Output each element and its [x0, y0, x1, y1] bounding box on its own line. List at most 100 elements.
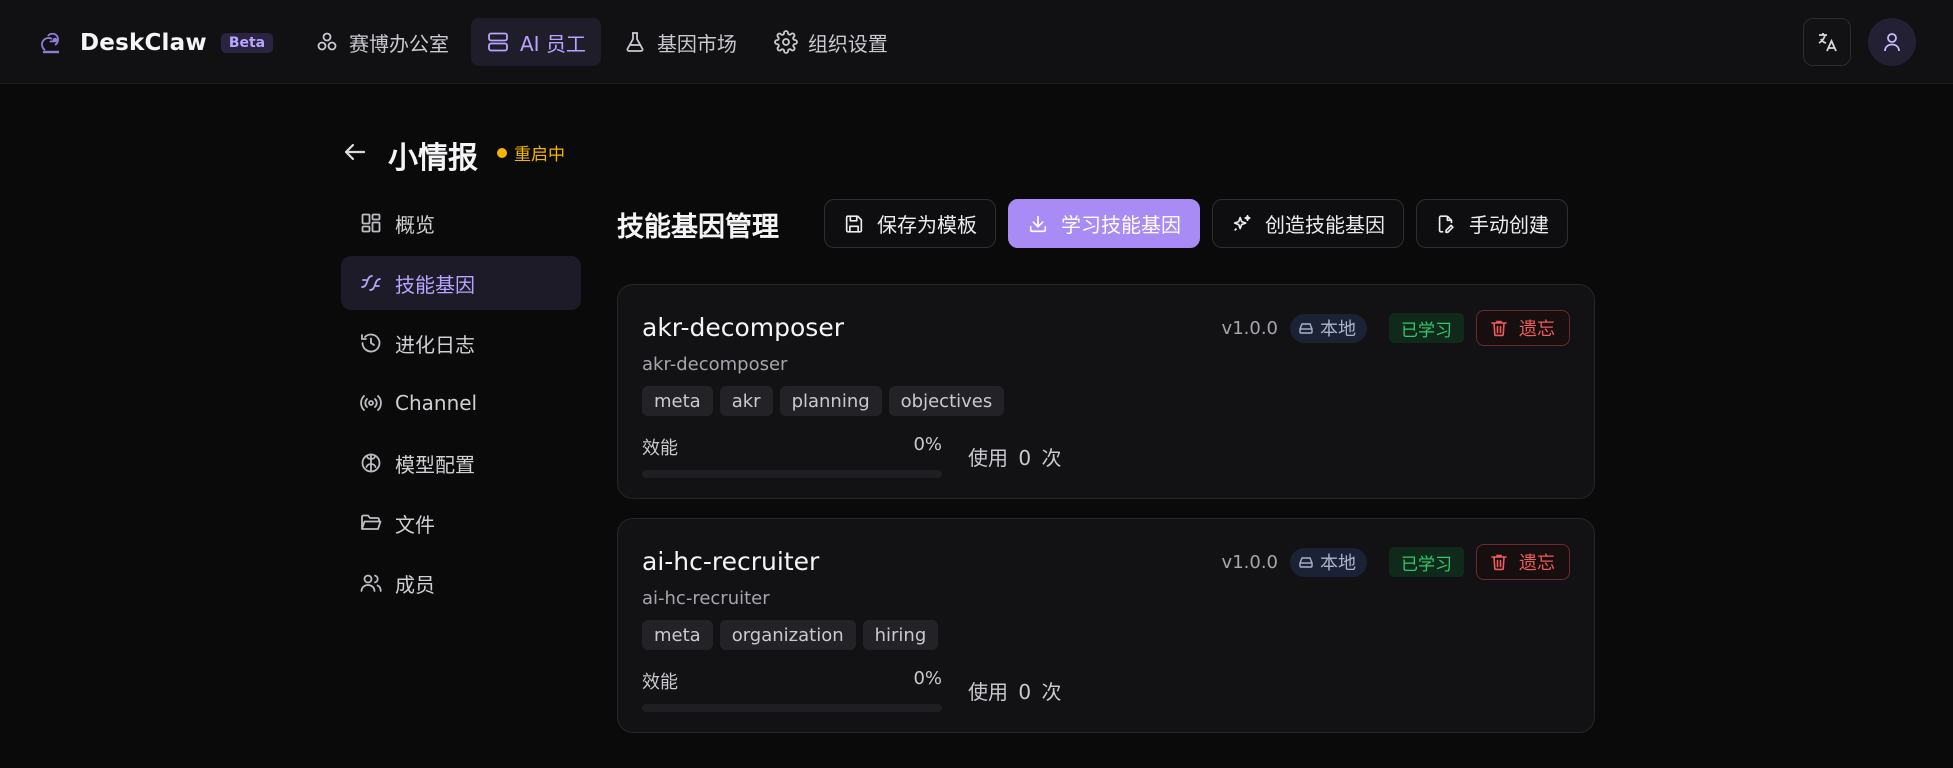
status-dot [497, 147, 507, 158]
skill-version: v1.0.0 [1221, 551, 1278, 573]
sidebar-item-channel[interactable]: Channel [341, 376, 581, 430]
usage-suffix: 次 [1041, 680, 1062, 704]
skill-tag: objectives [888, 386, 1005, 416]
brain-icon [359, 451, 395, 475]
sidebar-item-model-config[interactable]: 模型配置 [341, 436, 581, 490]
skill-card: akr-decomposer akr-decomposer meta akr p… [617, 284, 1595, 499]
file-edit-icon [1435, 213, 1469, 235]
skill-tag: akr [719, 386, 773, 416]
skill-meta: v1.0.0 本地 已学习 遗忘 [1222, 544, 1570, 580]
usage-count: 使用 0 次 [966, 676, 1063, 705]
nav-item-label: 组织设置 [807, 31, 888, 56]
save-icon [843, 213, 877, 235]
usage-suffix: 次 [1041, 446, 1062, 470]
skill-tag: meta [642, 386, 713, 416]
performance-track [642, 470, 942, 478]
sidebar: 概览 技能基因 进化日志 Channel 模型配置 文件 成员 [341, 196, 581, 616]
sparkle-icon [359, 271, 395, 295]
status-badge: 重启中 [497, 140, 565, 165]
skill-tag: hiring [862, 620, 939, 650]
action-label: 创造技能基因 [1265, 213, 1385, 237]
sidebar-item-label: 技能基因 [395, 272, 475, 297]
folder-icon [359, 511, 395, 535]
brand[interactable]: DeskClaw Beta [36, 28, 274, 58]
nav-item-org-settings[interactable]: 组织设置 [759, 18, 903, 66]
sidebar-item-label: Channel [395, 391, 478, 415]
skill-slug: akr-decomposer [642, 354, 788, 375]
performance-label: 效能 [642, 438, 678, 459]
save-as-template-button[interactable]: 保存为模板 [824, 199, 996, 248]
create-skill-gene-button[interactable]: 创造技能基因 [1212, 199, 1404, 248]
skill-name: akr-decomposer [642, 313, 844, 342]
nav-item-label: 赛博办公室 [349, 31, 449, 56]
learned-badge: 已学习 [1389, 313, 1464, 343]
performance-meter: 效能 0% [642, 434, 942, 478]
download-icon [1027, 213, 1061, 235]
history-icon [359, 331, 395, 355]
sidebar-item-label: 进化日志 [395, 332, 475, 357]
gear-icon [774, 30, 808, 54]
skill-name: ai-hc-recruiter [642, 547, 820, 576]
forget-label: 遗忘 [1519, 319, 1555, 340]
app-name: DeskClaw [80, 30, 207, 56]
main-nav: 赛博办公室 AI 员工 基因市场 组织设置 [300, 18, 910, 66]
learn-skill-gene-button[interactable]: 学习技能基因 [1008, 199, 1200, 248]
performance-meter: 效能 0% [642, 668, 942, 712]
nav-item-label: AI 员工 [520, 31, 586, 56]
beta-badge: Beta [220, 33, 274, 53]
language-button[interactable] [1803, 18, 1851, 66]
deskclaw-logo-icon [36, 28, 66, 58]
server-icon [486, 30, 520, 54]
user-avatar-button[interactable] [1868, 18, 1916, 66]
source-label: 本地 [1320, 319, 1356, 340]
section-title: 技能基因管理 [617, 212, 779, 243]
nav-item-label: 基因市场 [656, 31, 737, 56]
performance-label: 效能 [642, 672, 678, 693]
source-badge: 本地 [1290, 547, 1367, 577]
radio-icon [359, 391, 395, 415]
skill-tag: planning [779, 386, 882, 416]
sidebar-item-label: 概览 [395, 212, 435, 237]
hard-drive-icon [1298, 554, 1320, 570]
nav-item-cyber-office[interactable]: 赛博办公室 [300, 18, 464, 66]
skill-meta: v1.0.0 本地 已学习 遗忘 [1222, 310, 1570, 346]
action-label: 学习技能基因 [1061, 213, 1181, 237]
performance-value: 0% [913, 668, 942, 689]
usage-number: 0 [1018, 680, 1032, 704]
nav-item-gene-market[interactable]: 基因市场 [608, 18, 752, 66]
action-label: 手动创建 [1469, 213, 1549, 237]
sidebar-item-label: 成员 [395, 572, 435, 597]
usage-prefix: 使用 [968, 680, 1008, 704]
translate-icon [1815, 30, 1839, 54]
skill-tag: organization [719, 620, 856, 650]
sparkles-icon [1231, 213, 1265, 235]
trash-icon [1489, 552, 1519, 572]
skill-tags: meta akr planning objectives [642, 386, 1011, 416]
sidebar-item-files[interactable]: 文件 [341, 496, 581, 550]
users-icon [359, 571, 395, 595]
forget-button[interactable]: 遗忘 [1476, 544, 1570, 580]
back-button[interactable] [341, 138, 369, 166]
status-text: 重启中 [514, 145, 565, 165]
manual-create-button[interactable]: 手动创建 [1416, 199, 1568, 248]
sidebar-item-evolution-log[interactable]: 进化日志 [341, 316, 581, 370]
sidebar-item-skill-genes[interactable]: 技能基因 [341, 256, 581, 310]
action-bar: 保存为模板 学习技能基因 创造技能基因 手动创建 [824, 199, 1580, 248]
page-title: 小情报 [388, 141, 478, 176]
nav-item-ai-employees[interactable]: AI 员工 [471, 18, 601, 66]
source-badge: 本地 [1290, 313, 1367, 343]
skill-tag: meta [642, 620, 713, 650]
sidebar-item-members[interactable]: 成员 [341, 556, 581, 610]
performance-track [642, 704, 942, 712]
usage-prefix: 使用 [968, 446, 1008, 470]
usage-number: 0 [1018, 446, 1032, 470]
forget-button[interactable]: 遗忘 [1476, 310, 1570, 346]
sidebar-item-overview[interactable]: 概览 [341, 196, 581, 250]
molecule-icon [315, 30, 349, 54]
skill-card: ai-hc-recruiter ai-hc-recruiter meta org… [617, 518, 1595, 733]
usage-count: 使用 0 次 [966, 442, 1063, 471]
learned-badge: 已学习 [1389, 547, 1464, 577]
action-label: 保存为模板 [877, 213, 977, 237]
skill-version: v1.0.0 [1221, 317, 1278, 339]
sidebar-item-label: 模型配置 [395, 452, 475, 477]
